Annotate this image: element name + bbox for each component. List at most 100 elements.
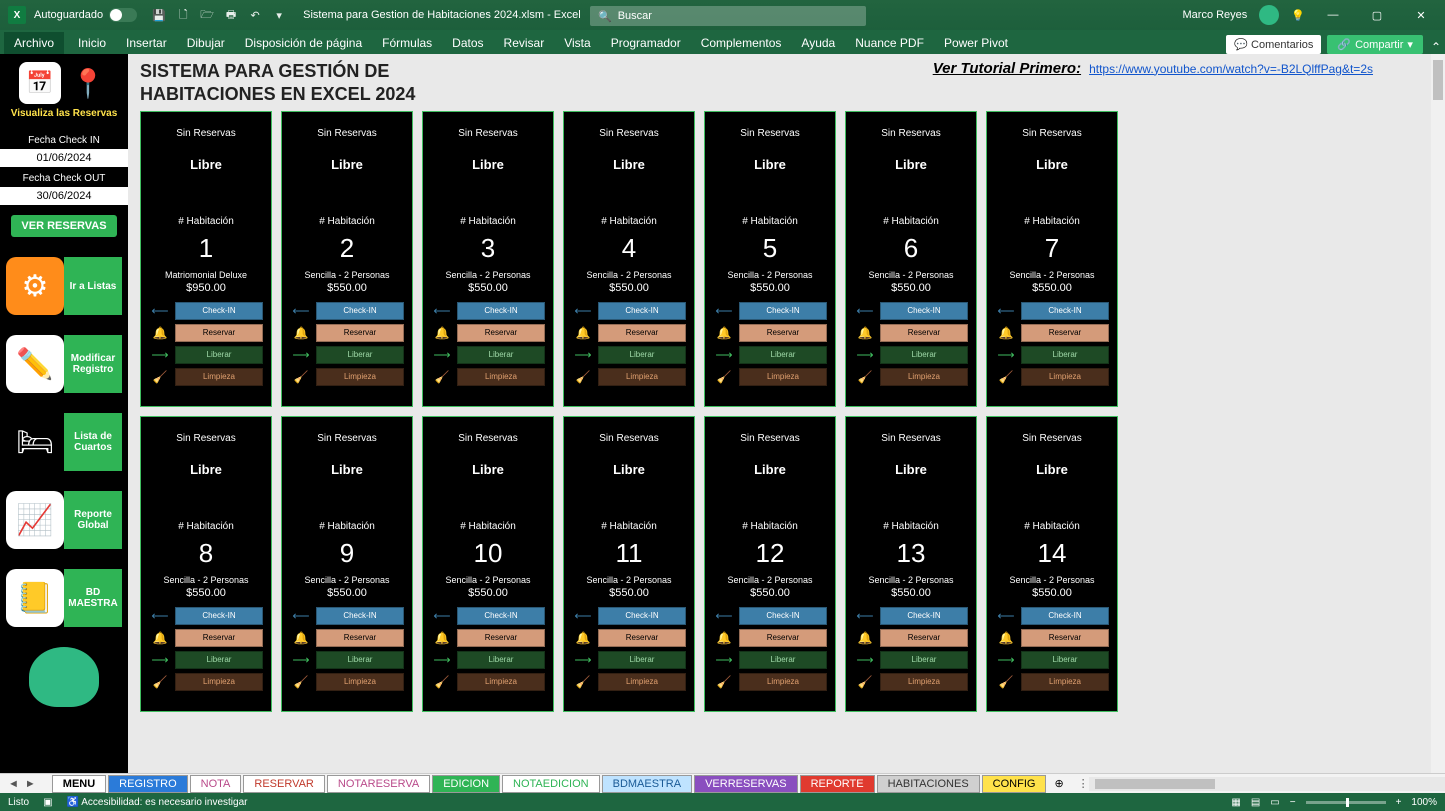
reporte-global-button[interactable]: 📈 Reporte Global	[6, 491, 122, 549]
checkin-button[interactable]: Check-IN	[880, 302, 968, 320]
limpieza-button[interactable]: Limpieza	[316, 673, 404, 691]
share-button[interactable]: 🔗 Compartir ▾	[1327, 35, 1423, 54]
ribbon-tab-vista[interactable]: Vista	[554, 32, 600, 54]
checkin-button[interactable]: Check-IN	[880, 607, 968, 625]
ribbon-tab-revisar[interactable]: Revisar	[494, 32, 555, 54]
reservar-button[interactable]: Reservar	[598, 629, 686, 647]
accessibility-status[interactable]: ♿ Accesibilidad: es necesario investigar	[67, 797, 248, 808]
ver-reservas-button[interactable]: VER RESERVAS	[11, 215, 116, 237]
print-icon[interactable]: 🖶	[223, 7, 239, 23]
sheet-tab-menu[interactable]: MENU	[52, 775, 106, 793]
vertical-scrollbar[interactable]	[1431, 54, 1445, 773]
new-icon[interactable]: 🗋	[175, 7, 191, 23]
sheet-tab-notaedicion[interactable]: NOTAEDICION	[502, 775, 600, 793]
view-normal-icon[interactable]: ▦	[1231, 797, 1240, 808]
limpieza-button[interactable]: Limpieza	[739, 673, 827, 691]
sheet-next-icon[interactable]: ►	[25, 778, 36, 790]
more-icon[interactable]: ▾	[271, 7, 287, 23]
ribbon-tab-programador[interactable]: Programador	[601, 32, 691, 54]
checkin-button[interactable]: Check-IN	[739, 607, 827, 625]
maximize-button[interactable]: ▢	[1357, 0, 1397, 30]
add-sheet-button[interactable]: ⊕	[1054, 777, 1063, 790]
zoom-slider[interactable]	[1306, 801, 1386, 804]
search-input[interactable]: 🔍 Buscar	[590, 6, 866, 26]
sheet-tab-reporte[interactable]: REPORTE	[800, 775, 875, 793]
sheet-tab-notareserva[interactable]: NOTARESERVA	[327, 775, 430, 793]
ribbon-tab-dibujar[interactable]: Dibujar	[177, 32, 235, 54]
reservar-button[interactable]: Reservar	[880, 324, 968, 342]
checkin-button[interactable]: Check-IN	[1021, 302, 1109, 320]
zoom-out-icon[interactable]: −	[1290, 797, 1296, 808]
user-name[interactable]: Marco Reyes	[1183, 9, 1248, 21]
ribbon-tab-fórmulas[interactable]: Fórmulas	[372, 32, 442, 54]
liberar-button[interactable]: Liberar	[457, 346, 545, 364]
checkin-button[interactable]: Check-IN	[457, 302, 545, 320]
limpieza-button[interactable]: Limpieza	[1021, 673, 1109, 691]
liberar-button[interactable]: Liberar	[739, 651, 827, 669]
ribbon-tab-nuance-pdf[interactable]: Nuance PDF	[845, 32, 934, 54]
checkin-button[interactable]: Check-IN	[316, 607, 404, 625]
ribbon-tab-insertar[interactable]: Insertar	[116, 32, 177, 54]
checkin-button[interactable]: Check-IN	[598, 607, 686, 625]
view-layout-icon[interactable]: ▤	[1251, 797, 1260, 808]
modificar-registro-button[interactable]: ✏️ Modificar Registro	[6, 335, 122, 393]
limpieza-button[interactable]: Limpieza	[175, 673, 263, 691]
reservar-button[interactable]: Reservar	[739, 324, 827, 342]
horizontal-scrollbar[interactable]	[1089, 777, 1445, 791]
minimize-button[interactable]: —	[1313, 0, 1353, 30]
reservar-button[interactable]: Reservar	[457, 324, 545, 342]
reservar-button[interactable]: Reservar	[457, 629, 545, 647]
limpieza-button[interactable]: Limpieza	[457, 368, 545, 386]
sheet-tab-config[interactable]: CONFIG	[982, 775, 1047, 793]
checkin-button[interactable]: Check-IN	[739, 302, 827, 320]
liberar-button[interactable]: Liberar	[316, 346, 404, 364]
save-icon[interactable]: 💾	[151, 7, 167, 23]
ir-a-listas-button[interactable]: ⚙ Ir a Listas	[6, 257, 122, 315]
reservar-button[interactable]: Reservar	[880, 629, 968, 647]
calendar-icon[interactable]: 📅	[19, 62, 61, 104]
bd-maestra-button[interactable]: 📒 BD MAESTRA	[6, 569, 122, 627]
checkin-button[interactable]: Check-IN	[457, 607, 545, 625]
open-icon[interactable]: 🗁	[199, 7, 215, 23]
reservar-button[interactable]: Reservar	[1021, 629, 1109, 647]
limpieza-button[interactable]: Limpieza	[175, 368, 263, 386]
sheet-tab-habitaciones[interactable]: HABITACIONES	[877, 775, 980, 793]
view-break-icon[interactable]: ▭	[1270, 797, 1279, 808]
limpieza-button[interactable]: Limpieza	[1021, 368, 1109, 386]
liberar-button[interactable]: Liberar	[739, 346, 827, 364]
limpieza-button[interactable]: Limpieza	[316, 368, 404, 386]
sheet-tab-registro[interactable]: REGISTRO	[108, 775, 187, 793]
reservar-button[interactable]: Reservar	[175, 324, 263, 342]
liberar-button[interactable]: Liberar	[598, 651, 686, 669]
sheet-tab-nota[interactable]: NOTA	[190, 775, 242, 793]
ribbon-collapse-icon[interactable]: ⌃	[1431, 40, 1441, 54]
checkout-value[interactable]: 30/06/2024	[0, 187, 128, 205]
limpieza-button[interactable]: Limpieza	[880, 673, 968, 691]
liberar-button[interactable]: Liberar	[457, 651, 545, 669]
pin-icon[interactable]: 📍	[67, 62, 109, 104]
sheet-tab-reservar[interactable]: RESERVAR	[243, 775, 325, 793]
liberar-button[interactable]: Liberar	[598, 346, 686, 364]
reservar-button[interactable]: Reservar	[598, 324, 686, 342]
sheet-tab-bdmaestra[interactable]: BDMAESTRA	[602, 775, 692, 793]
undo-icon[interactable]: ↶	[247, 7, 263, 23]
zoom-in-icon[interactable]: +	[1396, 797, 1402, 808]
zoom-value[interactable]: 100%	[1411, 797, 1437, 808]
checkin-value[interactable]: 01/06/2024	[0, 149, 128, 167]
ribbon-tab-datos[interactable]: Datos	[442, 32, 493, 54]
avatar[interactable]	[1259, 5, 1279, 25]
lista-cuartos-button[interactable]: 🛏 Lista de Cuartos	[6, 413, 122, 471]
macro-icon[interactable]: ▣	[43, 797, 52, 808]
liberar-button[interactable]: Liberar	[1021, 346, 1109, 364]
checkin-button[interactable]: Check-IN	[598, 302, 686, 320]
sheet-tab-verreservas[interactable]: VERRESERVAS	[694, 775, 798, 793]
autosave-toggle[interactable]	[109, 8, 137, 22]
ribbon-tab-complementos[interactable]: Complementos	[691, 32, 792, 54]
checkin-button[interactable]: Check-IN	[1021, 607, 1109, 625]
reservar-button[interactable]: Reservar	[316, 629, 404, 647]
checkin-button[interactable]: Check-IN	[175, 302, 263, 320]
reservar-button[interactable]: Reservar	[175, 629, 263, 647]
close-button[interactable]: ✕	[1401, 0, 1441, 30]
idea-icon[interactable]: 💡	[1291, 9, 1305, 22]
checkin-button[interactable]: Check-IN	[175, 607, 263, 625]
